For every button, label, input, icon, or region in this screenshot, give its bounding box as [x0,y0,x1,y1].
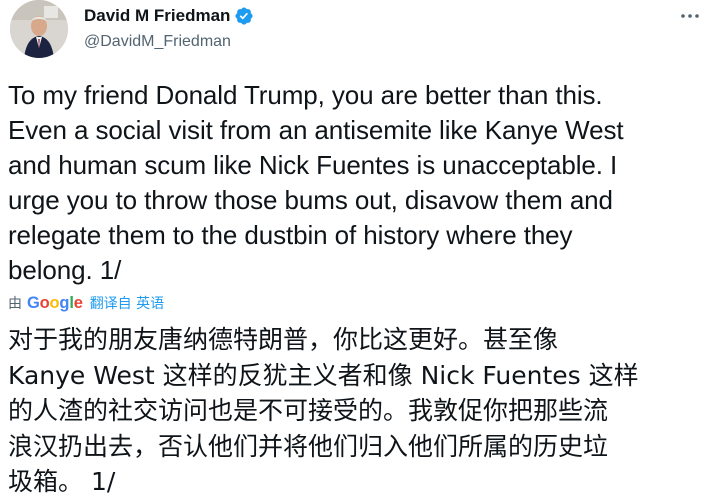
avatar[interactable] [10,0,68,58]
translated-text-line: 的人渣的社交访问也是不可接受的。我敦促你把那些流 [8,396,609,425]
avatar-photo [10,0,68,58]
translated-by-label: 由 [8,296,22,312]
author-handle[interactable]: @DavidM_Friedman [84,33,254,51]
tweet-header: David M Friedman @DavidM_Friedman [8,0,708,62]
tweet-text-line: Even a social visit from an antisemite l… [8,115,624,145]
translated-text-line: 对于我的朋友唐纳德特朗普，你比这更好。甚至像 [8,325,559,354]
translated-text: 对于我的朋友唐纳德特朗普，你比这更好。甚至像 Kanye West 这样的反犹主义… [8,322,708,500]
tweet-text-line: To my friend Donald Trump, you are bette… [8,80,603,110]
tweet-text-line: urge you to throw those bums out, disavo… [8,185,613,215]
translated-text-line: 浪汉扔出去，否认他们并将他们归入他们所属的历史垃 [8,431,609,461]
tweet-text-line: relegate them to the dustbin of history … [8,220,573,250]
tweet-text: To my friend Donald Trump, you are bette… [8,78,708,288]
translated-text-line: 圾箱。 1/ [8,467,116,496]
translated-from-link[interactable]: 翻译自 英语 [90,293,164,313]
more-options-icon[interactable] [678,4,702,28]
verified-badge-icon [234,6,254,26]
tweet-text-line: belong. 1/ [8,255,122,285]
translated-text-line: Kanye West 这样的反犹主义者和像 Nick Fuentes 这样 [8,360,639,390]
author-display-name[interactable]: David M Friedman [84,6,230,26]
google-logo[interactable]: Google [27,294,83,313]
translation-attribution: 由 Google 翻译自 英语 [8,292,164,314]
tweet-text-line: and human scum like Nick Fuentes is unac… [8,150,618,180]
